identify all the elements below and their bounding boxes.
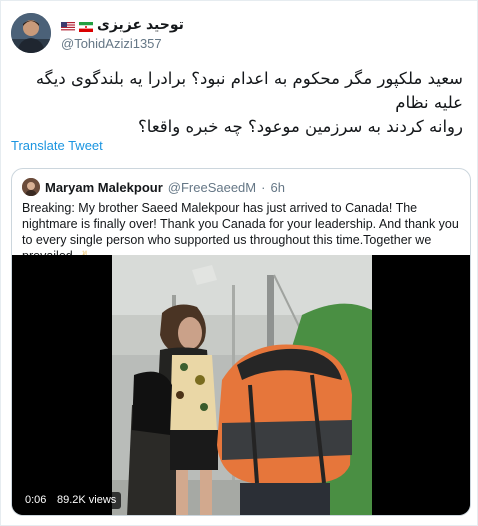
tweet-header: توحید عزیزی @TohidAzizi1357 <box>11 13 471 61</box>
separator-dot: · <box>261 179 266 195</box>
quoted-author-display-name[interactable]: Maryam Malekpour <box>45 180 163 195</box>
quoted-tweet[interactable]: Maryam Malekpour @FreeSaeedM · 6h Breaki… <box>11 168 471 516</box>
author-avatar[interactable] <box>11 13 51 53</box>
quoted-author-avatar[interactable] <box>22 178 40 196</box>
quoted-tweet-header: Maryam Malekpour @FreeSaeedM · 6h <box>22 178 285 196</box>
video-frame <box>12 255 470 515</box>
tweet-text-line-1: سعید ملکپور مگر محکوم به اعدام نبود؟ برا… <box>35 69 463 112</box>
quoted-tweet-time[interactable]: 6h <box>270 180 284 195</box>
tweet-card[interactable]: توحید عزیزی @TohidAzizi1357 سعید ملکپور … <box>0 0 478 526</box>
translate-tweet-link[interactable]: Translate Tweet <box>11 138 103 153</box>
display-name-row: توحید عزیزی <box>61 15 184 33</box>
user-info: توحید عزیزی @TohidAzizi1357 <box>61 15 184 51</box>
iran-flag-icon <box>79 19 93 32</box>
usa-flag-icon <box>61 19 75 32</box>
video-view-count: 89.2K views <box>52 492 122 509</box>
quoted-author-handle[interactable]: @FreeSaeedM <box>168 180 256 195</box>
video-timestamp: 0:06 <box>20 492 52 509</box>
author-display-name[interactable]: توحید عزیزی <box>97 16 184 33</box>
tweet-text-line-2: روانه کردند به سرزمین موعود؟ چه خبره واق… <box>138 117 463 136</box>
author-handle[interactable]: @TohidAzizi1357 <box>61 36 184 51</box>
tweet-text: سعید ملکپور مگر محکوم به اعدام نبود؟ برا… <box>13 67 463 139</box>
video-player[interactable]: 0:06 89.2K views <box>12 255 470 515</box>
